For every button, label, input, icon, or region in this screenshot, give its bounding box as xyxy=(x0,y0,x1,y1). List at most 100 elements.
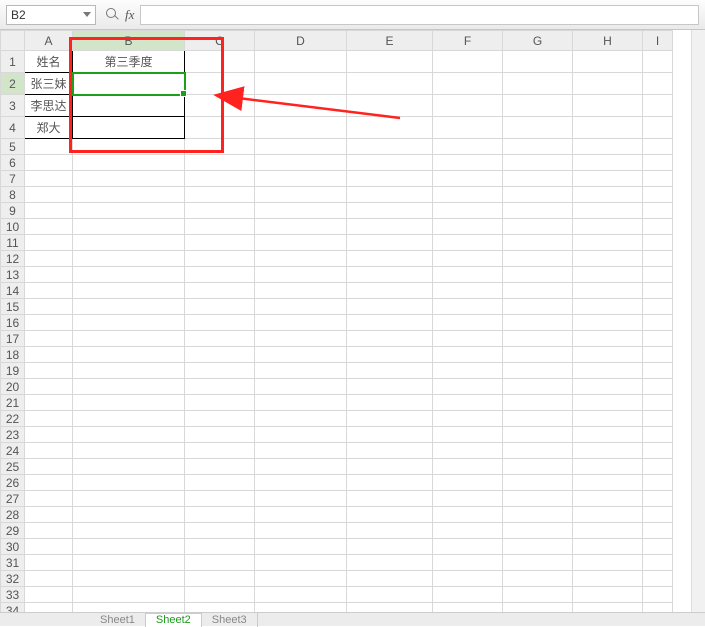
cell[interactable] xyxy=(573,155,643,171)
cell[interactable] xyxy=(573,555,643,571)
cell[interactable] xyxy=(25,411,73,427)
cell[interactable] xyxy=(25,331,73,347)
row-header[interactable]: 24 xyxy=(1,443,25,459)
cell[interactable] xyxy=(73,251,185,267)
cell[interactable] xyxy=(643,443,673,459)
row-header[interactable]: 30 xyxy=(1,539,25,555)
cell[interactable] xyxy=(643,571,673,587)
cell[interactable] xyxy=(433,363,503,379)
cell[interactable] xyxy=(433,117,503,139)
row-header[interactable]: 1 xyxy=(1,51,25,73)
cell[interactable] xyxy=(573,187,643,203)
cell[interactable] xyxy=(255,539,347,555)
cell[interactable] xyxy=(185,203,255,219)
row-header[interactable]: 19 xyxy=(1,363,25,379)
cell[interactable] xyxy=(643,539,673,555)
row-header[interactable]: 23 xyxy=(1,427,25,443)
cell[interactable] xyxy=(573,411,643,427)
row-header[interactable]: 27 xyxy=(1,491,25,507)
cell[interactable] xyxy=(643,251,673,267)
cell[interactable] xyxy=(255,51,347,73)
row-header[interactable]: 4 xyxy=(1,117,25,139)
cell[interactable] xyxy=(255,411,347,427)
cell[interactable] xyxy=(573,95,643,117)
col-header-I[interactable]: I xyxy=(643,31,673,51)
cell[interactable] xyxy=(347,331,433,347)
cell[interactable] xyxy=(347,427,433,443)
cell[interactable] xyxy=(25,459,73,475)
cell[interactable] xyxy=(25,267,73,283)
row-header[interactable]: 5 xyxy=(1,139,25,155)
cell[interactable] xyxy=(255,475,347,491)
cell[interactable] xyxy=(185,475,255,491)
cell[interactable] xyxy=(73,555,185,571)
cell[interactable] xyxy=(573,203,643,219)
cell[interactable] xyxy=(433,187,503,203)
cell[interactable] xyxy=(185,299,255,315)
cell[interactable] xyxy=(255,491,347,507)
cell[interactable] xyxy=(573,539,643,555)
cell[interactable] xyxy=(73,411,185,427)
cell[interactable] xyxy=(347,203,433,219)
cell[interactable] xyxy=(503,251,573,267)
cell[interactable] xyxy=(255,203,347,219)
cell[interactable] xyxy=(347,267,433,283)
cell[interactable] xyxy=(25,251,73,267)
cell[interactable] xyxy=(185,379,255,395)
cell[interactable] xyxy=(503,507,573,523)
cell[interactable] xyxy=(503,411,573,427)
cell[interactable] xyxy=(643,427,673,443)
cell[interactable] xyxy=(25,475,73,491)
cell[interactable] xyxy=(433,411,503,427)
cell[interactable] xyxy=(347,251,433,267)
cell[interactable] xyxy=(573,427,643,443)
cell[interactable] xyxy=(503,587,573,603)
cell[interactable] xyxy=(73,331,185,347)
search-icon[interactable] xyxy=(106,8,119,21)
cell[interactable] xyxy=(643,235,673,251)
cell-A3[interactable]: 李思达 xyxy=(25,95,73,117)
cell[interactable] xyxy=(347,347,433,363)
cell[interactable] xyxy=(643,315,673,331)
cell[interactable] xyxy=(433,203,503,219)
row-header[interactable]: 22 xyxy=(1,411,25,427)
cell[interactable] xyxy=(255,155,347,171)
cell[interactable] xyxy=(73,203,185,219)
cell[interactable] xyxy=(433,139,503,155)
cell[interactable] xyxy=(185,539,255,555)
cell[interactable] xyxy=(433,51,503,73)
cell[interactable] xyxy=(503,459,573,475)
cell[interactable] xyxy=(73,491,185,507)
row-header[interactable]: 29 xyxy=(1,523,25,539)
cell[interactable] xyxy=(503,395,573,411)
cell[interactable] xyxy=(643,347,673,363)
cell[interactable] xyxy=(73,475,185,491)
cell[interactable] xyxy=(643,395,673,411)
cell[interactable] xyxy=(503,555,573,571)
cell[interactable] xyxy=(573,491,643,507)
cell[interactable] xyxy=(573,171,643,187)
cell[interactable] xyxy=(347,283,433,299)
cell[interactable] xyxy=(503,299,573,315)
cell[interactable] xyxy=(347,475,433,491)
cell[interactable] xyxy=(347,443,433,459)
cell[interactable] xyxy=(573,379,643,395)
cell[interactable] xyxy=(433,347,503,363)
cell[interactable] xyxy=(25,603,73,613)
cell[interactable] xyxy=(73,587,185,603)
cell[interactable] xyxy=(433,73,503,95)
cell[interactable] xyxy=(185,459,255,475)
cell[interactable] xyxy=(25,427,73,443)
cell[interactable] xyxy=(185,235,255,251)
cell[interactable] xyxy=(185,363,255,379)
cell[interactable] xyxy=(643,411,673,427)
cell[interactable] xyxy=(347,171,433,187)
cell[interactable] xyxy=(185,603,255,613)
cell[interactable] xyxy=(433,283,503,299)
cell[interactable] xyxy=(643,491,673,507)
cell[interactable] xyxy=(503,347,573,363)
cell[interactable] xyxy=(73,315,185,331)
cell[interactable] xyxy=(25,203,73,219)
cell[interactable] xyxy=(347,395,433,411)
cell[interactable] xyxy=(73,219,185,235)
